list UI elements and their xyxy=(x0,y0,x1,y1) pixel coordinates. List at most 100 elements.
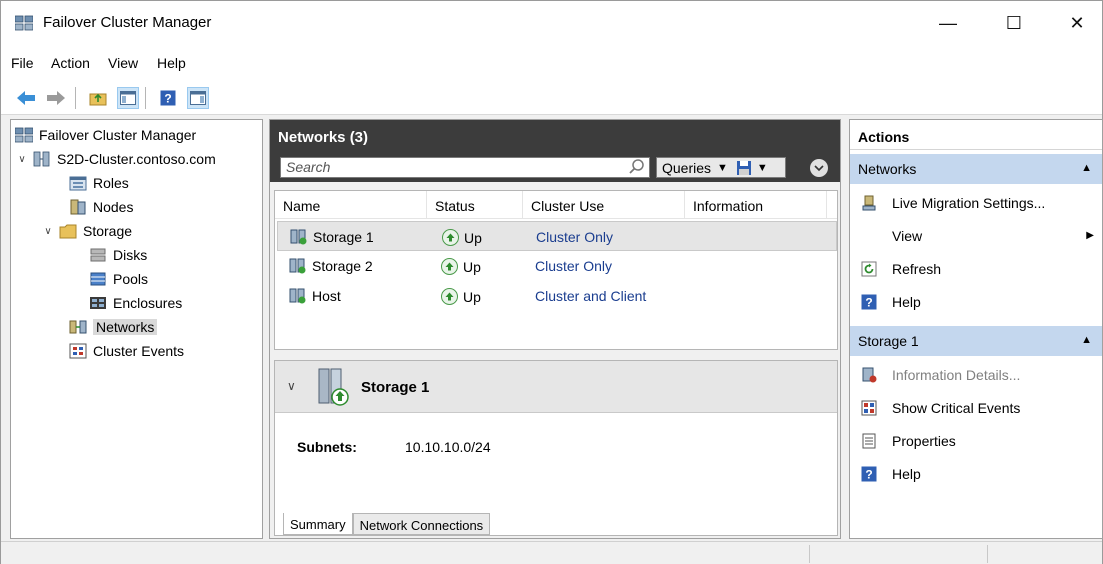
menu-bar: File Action View Help xyxy=(1,45,1102,79)
pane-splitter[interactable] xyxy=(270,352,840,359)
help-toolbar-button[interactable]: ? xyxy=(157,87,179,109)
roles-icon xyxy=(69,176,87,191)
toolbar: ? xyxy=(1,79,1102,115)
help-icon: ? xyxy=(160,90,176,106)
forward-button[interactable] xyxy=(45,87,67,109)
cluster-use-text: Cluster Only xyxy=(535,258,613,274)
tree-item-cluster[interactable]: ∨ S2D-Cluster.contoso.com xyxy=(15,148,215,170)
table-row[interactable]: Host Up Cluster and Client xyxy=(277,281,837,311)
show-hide-console-tree-button[interactable] xyxy=(117,87,139,109)
tree-item-networks[interactable]: Networks xyxy=(69,316,158,338)
forward-arrow-icon xyxy=(47,91,65,105)
tree-item-label: Storage xyxy=(83,223,133,239)
collapse-toggle-icon[interactable] xyxy=(810,159,828,177)
network-name: Storage 2 xyxy=(312,258,373,274)
action-label: Live Migration Settings... xyxy=(892,194,1046,211)
section-label: Storage 1 xyxy=(858,333,919,349)
detail-header[interactable]: ∨ Storage 1 xyxy=(275,361,837,413)
tree-item-disks[interactable]: Disks xyxy=(89,244,147,266)
show-hide-action-pane-button[interactable] xyxy=(187,87,209,109)
collapse-section-icon[interactable]: ▲ xyxy=(1081,334,1092,346)
networks-grid: Name Status Cluster Use Information Stor… xyxy=(274,190,838,350)
chevron-down-icon[interactable]: ∨ xyxy=(287,379,296,393)
tree-item-label: Disks xyxy=(113,247,148,263)
actions-section-storage-1[interactable]: Storage 1 ▲ xyxy=(850,326,1102,356)
column-header-cluster-use[interactable]: Cluster Use xyxy=(523,191,685,219)
save-query-icon[interactable] xyxy=(736,160,752,176)
action-live-migration-settings[interactable]: Live Migration Settings... xyxy=(850,186,1102,219)
table-row[interactable]: Storage 1 Up Cluster Only xyxy=(277,221,837,251)
status-up-icon xyxy=(442,229,459,246)
queries-dropdown[interactable]: Queries ▼ ▼ xyxy=(656,157,786,178)
close-button[interactable]: ✕ xyxy=(1052,1,1102,45)
action-properties[interactable]: Properties xyxy=(850,424,1102,457)
networks-icon xyxy=(69,320,87,334)
tab-summary[interactable]: Summary xyxy=(283,513,353,535)
status-up-icon xyxy=(441,288,458,305)
tree-item-failover-cluster-manager[interactable]: Failover Cluster Manager xyxy=(15,124,196,146)
section-label: Networks xyxy=(858,161,917,177)
action-label: Show Critical Events xyxy=(892,399,1021,416)
tree-item-label: Roles xyxy=(93,175,129,191)
actions-title: Actions xyxy=(850,120,1102,150)
tree-item-pools[interactable]: Pools xyxy=(89,268,148,290)
network-icon xyxy=(289,288,306,304)
menu-view[interactable]: View xyxy=(108,55,138,71)
pane-title: Networks (3) xyxy=(270,120,840,152)
chevron-down-icon[interactable]: ∨ xyxy=(15,154,29,165)
up-folder-icon xyxy=(89,93,107,106)
action-help-storage[interactable]: ? Help xyxy=(850,457,1102,490)
column-header-information[interactable]: Information xyxy=(685,191,827,219)
svg-text:?: ? xyxy=(164,92,171,106)
tree-item-label: Pools xyxy=(113,271,149,287)
action-information-details[interactable]: Information Details... xyxy=(850,358,1102,391)
up-folder-button[interactable] xyxy=(87,87,109,109)
search-input[interactable]: Search xyxy=(280,157,650,178)
back-button[interactable] xyxy=(15,87,37,109)
properties-icon xyxy=(860,432,878,450)
tree-item-nodes[interactable]: Nodes xyxy=(69,196,133,218)
tree-item-label: Enclosures xyxy=(113,295,183,311)
table-row[interactable]: Storage 2 Up Cluster Only xyxy=(277,251,837,281)
tree-item-cluster-events[interactable]: Cluster Events xyxy=(69,340,184,362)
maximize-button[interactable]: ☐ xyxy=(989,1,1039,45)
queries-label: Queries xyxy=(662,159,712,176)
chevron-down-icon[interactable]: ∨ xyxy=(41,226,55,237)
help-icon: ? xyxy=(860,465,878,483)
minimize-button[interactable]: — xyxy=(923,1,973,45)
back-arrow-icon xyxy=(17,91,35,105)
submenu-arrow-icon: ▶ xyxy=(1086,230,1094,241)
cluster-manager-icon xyxy=(15,15,33,31)
network-icon xyxy=(289,258,306,274)
search-icon[interactable] xyxy=(626,155,648,179)
action-refresh[interactable]: Refresh xyxy=(850,252,1102,285)
menu-help[interactable]: Help xyxy=(157,55,186,71)
status-divider xyxy=(809,545,810,563)
tree-item-label: Nodes xyxy=(93,199,134,215)
column-header-name[interactable]: Name xyxy=(275,191,427,219)
collapse-section-icon[interactable]: ▲ xyxy=(1081,162,1092,174)
help-icon: ? xyxy=(860,293,878,311)
tree-item-roles[interactable]: Roles xyxy=(69,172,129,194)
chevron-down-icon[interactable]: ▼ xyxy=(757,162,768,174)
actions-section-networks[interactable]: Networks ▲ xyxy=(850,154,1102,184)
row-name-cell: Storage 2 xyxy=(289,258,373,274)
action-help[interactable]: ? Help xyxy=(850,285,1102,318)
tree-item-storage[interactable]: ∨ Storage xyxy=(41,220,132,242)
menu-action[interactable]: Action xyxy=(51,55,90,71)
storage-folder-icon xyxy=(59,224,77,239)
menu-file[interactable]: File xyxy=(11,55,34,71)
row-status-cell: Up xyxy=(442,229,482,246)
toolbar-separator xyxy=(145,87,146,109)
action-view[interactable]: View ▶ xyxy=(850,219,1102,252)
status-text: Up xyxy=(463,288,481,305)
app-window: Failover Cluster Manager — ☐ ✕ File Acti… xyxy=(0,0,1103,564)
network-name: Storage 1 xyxy=(313,229,374,245)
search-bar: Search Queries ▼ ▼ xyxy=(270,152,840,182)
tab-network-connections[interactable]: Network Connections xyxy=(352,513,491,535)
information-details-icon xyxy=(860,366,878,384)
action-show-critical-events[interactable]: Show Critical Events xyxy=(850,391,1102,424)
column-header-status[interactable]: Status xyxy=(427,191,523,219)
tree-item-enclosures[interactable]: Enclosures xyxy=(89,292,182,314)
status-bar xyxy=(1,541,1102,564)
